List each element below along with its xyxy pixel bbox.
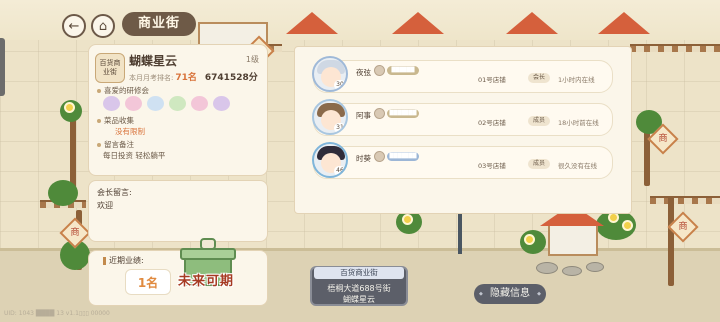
hide-info-button[interactable]: 隐藏信息 [474,284,546,304]
note-title: 留言备注 [97,139,134,150]
favorite-flower-icon[interactable] [125,96,142,111]
member-level: 31 [334,123,346,133]
flower [66,104,73,111]
flower [404,216,411,223]
favorite-flower-icon[interactable] [213,96,230,111]
performance-label: 近期业绩: [103,255,144,266]
member-row[interactable]: 31 阿事 ███████ 02号店铺 成员 18小时前在线 [312,99,613,136]
member-shop-number: 01号店铺 [478,76,506,84]
member-online-status: 18小时前在线 [558,119,599,127]
member-online-status: 1小时内在线 [558,76,595,84]
home-icon: ⌂ [98,18,108,34]
coming-soon-text: 未来可期 [178,274,235,289]
street-lamp [458,214,462,254]
member-level: 46 [334,166,346,176]
leader-message-label: 会长留言: [97,188,132,197]
side-handle[interactable] [0,38,5,96]
member-mini-avatar [374,151,385,162]
flower [610,214,617,221]
member-name: 阿事 [356,111,371,120]
member-name: 时葵 [356,154,371,163]
member-mini-avatar [374,108,385,119]
flower [624,222,631,229]
stepping-stone [536,262,558,274]
fence [650,196,720,204]
fence-post [70,118,76,188]
shop-level: 1级 [245,55,259,64]
note-value: 每日投资 轻松躺平 [103,151,166,160]
member-title-tag: ███████ [387,109,419,118]
stepping-stone [586,262,604,272]
shop-info-card: 百货商业街 蝴蝶星云 1级 本月月考排名: 71名 6741528分 喜爱的研修会 … [88,44,268,176]
address-street: 梧桐大道688号街 [327,284,391,293]
bush [48,180,78,206]
shop-roof [286,12,338,34]
funds-value: 6741528分 [204,73,258,83]
address-shop-name: 蝴蝶星云 [343,295,375,304]
fence-post [668,196,674,286]
fence [630,44,720,52]
member-online-status: 很久没有在线 [558,162,597,170]
shop-category-badge: 百货商业街 [95,53,125,83]
favorite-flower-icon[interactable] [147,96,164,111]
rank-line: 本月月考排名: 71名 6741528分 [129,70,258,83]
member-mini-avatar [374,65,385,76]
bush [520,230,546,254]
member-role-badge: 成员 [528,159,550,169]
flower [526,236,533,243]
stepping-stone [562,266,582,276]
uid-text: UID: 1043 ████ 13 v1.1▯▯▯ 00000 [4,310,110,317]
leader-message-text: 欢迎 [97,201,113,210]
rank-value: 71名 [175,73,197,83]
shop-name: 蝴蝶星云 [129,54,178,68]
favorite-flower-icon[interactable] [103,96,120,111]
member-row[interactable]: 46 时葵 ███████ 03号店铺 成员 很久没有在线 [312,142,613,179]
performance-value: 1名 [125,269,171,295]
member-avatar[interactable]: 30 [312,56,348,92]
member-row[interactable]: 30 夜弦 ██████ 01号店铺 会长 1小时内在线 [312,56,613,93]
shop-roof [506,12,558,34]
member-list-panel: 30 夜弦 ██████ 01号店铺 会长 1小时内在线 31 阿事 █████… [294,46,632,214]
member-title-tag: ███████ [387,152,419,161]
member-avatar[interactable]: 46 [312,142,348,178]
back-arrow-icon: ← [68,18,80,34]
address-sign: 百货商业街 梧桐大道688号街 蝴蝶星云 [310,266,408,306]
favorite-list [103,96,230,111]
shop-roof [392,12,444,34]
member-name: 夜弦 [356,68,371,77]
member-shop-number: 02号店铺 [478,119,506,127]
member-shop-number: 03号店铺 [478,162,506,170]
favorite-flower-icon[interactable] [191,96,208,111]
page-title: 商业街 [122,12,196,36]
back-button[interactable]: ← [62,14,86,38]
home-button[interactable]: ⌂ [91,14,115,38]
favorite-flower-icon[interactable] [169,96,186,111]
member-title-tag: ██████ [387,66,419,75]
address-category: 百货商业街 [314,267,404,279]
member-level: 30 [334,80,346,90]
shop-roof [598,12,650,34]
shop-building [548,222,598,256]
collection-value: 没有限制 [115,127,145,136]
member-avatar[interactable]: 31 [312,99,348,135]
collection-title: 菜品收集 [97,115,134,126]
favorite-title: 喜爱的研修会 [97,85,149,96]
member-role-badge: 会长 [528,73,550,83]
bush [60,100,82,122]
member-role-badge: 成员 [528,116,550,126]
rank-label: 本月月考排名: [129,74,174,82]
leader-message-card: 会长留言: 欢迎 [88,180,268,242]
